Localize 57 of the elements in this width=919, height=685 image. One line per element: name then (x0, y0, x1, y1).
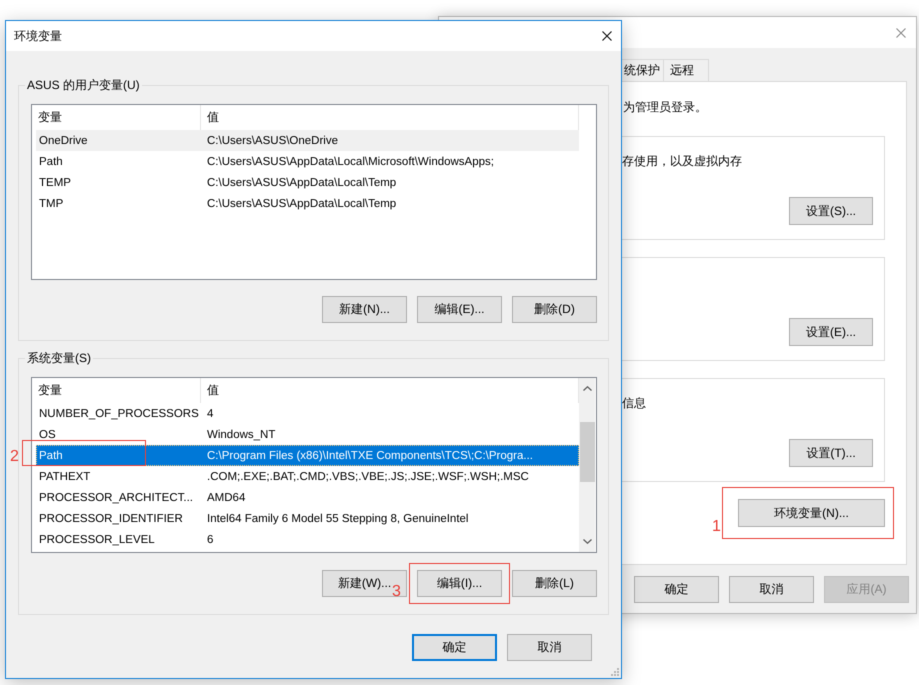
variable-name[interactable]: PROCESSOR_ARCHITECT... (36, 492, 201, 504)
variable-value: 6 (206, 534, 214, 546)
variable-value: AMD64 (206, 492, 246, 504)
variable-value: C:\Users\ASUS\AppData\Local\Temp (206, 176, 396, 188)
variable-name: OneDrive (38, 134, 89, 146)
group-label: ASUS 的用户变量(U) (26, 77, 141, 93)
settings-button[interactable]: 设置(E)... (789, 318, 873, 346)
up-chevron-icon[interactable] (582, 386, 592, 391)
group-label: 系统变量(S) (26, 350, 92, 366)
close-icon[interactable] (602, 31, 612, 41)
window-title: 环境变量 (14, 28, 62, 44)
variable-value: Windows_NT (206, 428, 276, 440)
column-header[interactable]: 值 (201, 105, 578, 130)
annotation-number: 2 (10, 448, 19, 466)
variable-name[interactable]: OS (36, 428, 201, 440)
variable-name[interactable]: NUMBER_OF_PROCESSORS (36, 408, 201, 420)
variable-name[interactable]: PROCESSOR_LEVEL (36, 534, 201, 546)
cancel-button[interactable]: 取消 (507, 634, 592, 661)
settings-button[interactable]: 设置(S)... (789, 197, 873, 225)
edit-button[interactable]: 编辑(E)... (417, 296, 502, 323)
ok-button[interactable]: 确定 (634, 576, 719, 603)
variable-value: C:\Users\ASUS\AppData\Local\Microsoft\WindowsApps; (206, 156, 494, 168)
variable-name[interactable]: Path (36, 156, 201, 168)
down-chevron-icon[interactable] (582, 539, 592, 544)
selected-row[interactable]: OneDrive C:\Users\ASUS\OneDrive (36, 130, 579, 151)
variables-list[interactable]: 变量 值 OneDrive C:\Users\ASUS\OneDrive Path C:\Users\ASUS\AppData\Local\Microsoft\WindowsApps; TEMP C:\Users\ASUS\AppData\Local\Temp TMP C:\Users\ASUS\AppData\Local\Temp (31, 104, 597, 280)
tab[interactable]: 远程 (663, 59, 709, 81)
variable-name[interactable]: PROCESSOR_IDENTIFIER (36, 512, 201, 524)
column-header[interactable]: 变量 (32, 378, 201, 403)
variable-value: Intel64 Family 6 Model 55 Stepping 8, GenuineIntel (206, 512, 468, 524)
variable-value: C:\Users\ASUS\AppData\Local\Temp (206, 198, 396, 210)
settings-button[interactable]: 设置(T)... (789, 439, 873, 467)
notice-text: 为管理员登录。 (623, 99, 707, 116)
variable-name[interactable]: PATHEXT (36, 470, 201, 482)
group-description: 信息 (622, 395, 646, 412)
variable-value: C:\Users\ASUS\OneDrive (206, 134, 338, 146)
variable-name: Path (38, 450, 64, 462)
variable-name[interactable]: TMP (36, 198, 201, 210)
edit-button[interactable]: 编辑(I)... (417, 570, 502, 597)
environment-variables-button[interactable]: 环境变量(N)... (738, 499, 885, 527)
delete-button[interactable]: 删除(L) (512, 570, 597, 597)
variable-value: C:\Program Files (x86)\Intel\TXE Components\TCS\;C:\Progra... (206, 450, 533, 462)
scroll-thumb[interactable] (580, 422, 594, 482)
delete-button[interactable]: 删除(D) (512, 296, 597, 323)
variable-value: 4 (206, 408, 214, 420)
variables-list[interactable] (31, 377, 597, 553)
column-header[interactable]: 值 (201, 378, 578, 403)
cancel-button[interactable]: 取消 (729, 576, 814, 603)
selected-row[interactable]: Path C:\Program Files (x86)\Intel\TXE Components\TCS\;C:\Progra... (36, 445, 579, 466)
annotation-number: 1 (712, 518, 721, 536)
ok-button[interactable]: 确定 (412, 634, 497, 661)
variable-name[interactable]: TEMP (36, 176, 201, 188)
resize-grip-icon[interactable] (611, 668, 619, 676)
group-description: 存使用，以及虚拟内存 (622, 153, 742, 170)
variable-value: .COM;.EXE;.BAT;.CMD;.VBS;.VBE;.JS;.JSE;.WSF;.WSH;.MSC (206, 470, 529, 482)
new-button[interactable]: 新建(N)... (322, 296, 407, 323)
scrollbar[interactable] (579, 378, 595, 552)
